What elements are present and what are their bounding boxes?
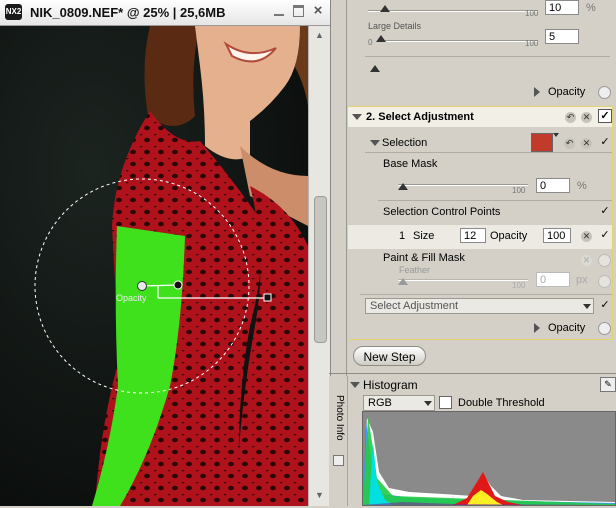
cp-size-label: Size <box>413 230 435 242</box>
base-mask-slider-thumb[interactable] <box>398 183 408 190</box>
photo-info-toggle-icon[interactable] <box>333 455 344 466</box>
selection-checkbox[interactable]: ✓ <box>599 136 611 148</box>
step2-enable-checkbox[interactable]: ✓ <box>598 109 612 123</box>
adjustment-checkbox[interactable]: ✓ <box>599 299 611 311</box>
histogram-curves <box>363 412 615 505</box>
adjustment-dropdown-value: Select Adjustment <box>370 300 459 312</box>
paint-fill-label: Paint & Fill Mask <box>383 252 465 264</box>
app-icon: NX2 <box>5 4 22 20</box>
cp-delete-icon[interactable]: ✕ <box>581 231 592 242</box>
histogram-graph[interactable] <box>362 411 616 506</box>
paint-fill-radio[interactable] <box>598 254 611 267</box>
control-point-label: Opacity <box>116 293 147 303</box>
feather-label: Feather <box>399 265 431 275</box>
divider <box>378 200 612 201</box>
control-points-label: Selection Control Points <box>383 206 501 218</box>
step2-opacity-radio[interactable] <box>598 322 611 335</box>
opacity-expand-icon[interactable] <box>534 87 540 97</box>
minimize-button[interactable] <box>272 4 286 18</box>
feather-value-input: 0 <box>536 272 570 287</box>
photo-canvas[interactable]: Opacity <box>0 26 308 506</box>
double-threshold-checkbox[interactable] <box>439 396 452 409</box>
new-step-button[interactable]: New Step <box>353 346 426 366</box>
mini-slider-thumb[interactable] <box>370 65 380 72</box>
double-threshold-label: Double Threshold <box>458 397 545 409</box>
large-details-label: Large Details <box>368 21 422 31</box>
scroll-down-arrow-icon[interactable]: ▼ <box>312 488 327 502</box>
cp-opacity-label: Opacity <box>490 230 528 242</box>
photo-image <box>0 26 308 506</box>
large-details-min: 0 <box>368 38 373 47</box>
feather-radio <box>598 275 611 288</box>
step2-title: 2. Select Adjustment <box>366 111 474 123</box>
large-details-slider-track[interactable] <box>378 40 538 42</box>
base-mask-slider-track[interactable] <box>398 184 528 186</box>
base-mask-value-input[interactable]: 0 <box>536 178 570 193</box>
large-details-max: 100 <box>525 39 539 48</box>
histogram-title: Histogram <box>363 378 418 392</box>
step1-opacity-radio[interactable] <box>598 86 611 99</box>
step2-reset-icon[interactable]: ↶ <box>565 112 576 123</box>
detail-slider-track[interactable] <box>368 10 538 12</box>
histogram-picker-icon[interactable]: ✎ <box>600 377 616 392</box>
channel-dropdown-arrow-icon[interactable] <box>424 401 432 406</box>
window-title: NIK_0809.NEF* @ 25% | 25,6MB <box>30 5 226 20</box>
cp-index: 1 <box>399 230 406 242</box>
dropdown-arrow-icon[interactable] <box>583 304 591 309</box>
selection-reset-icon[interactable]: ↶ <box>564 138 575 149</box>
divider <box>365 56 610 57</box>
feather-slider-track <box>398 279 528 281</box>
step2-delete-icon[interactable]: ✕ <box>581 112 592 123</box>
divider <box>329 373 616 374</box>
divider <box>365 152 612 153</box>
selection-delete-icon[interactable]: ✕ <box>581 138 592 149</box>
base-mask-max: 100 <box>512 186 526 195</box>
large-details-value-input[interactable]: 5 <box>545 29 579 44</box>
large-details-slider-thumb[interactable] <box>376 35 386 42</box>
scroll-up-arrow-icon[interactable]: ▲ <box>312 28 327 42</box>
detail-value-input[interactable]: 10 <box>545 0 579 15</box>
detail-slider-thumb[interactable] <box>380 5 390 12</box>
selection-collapse-icon[interactable] <box>370 140 380 146</box>
selection-menu-arrow-icon[interactable] <box>553 133 559 137</box>
divider <box>360 294 612 295</box>
feather-max: 100 <box>512 281 526 290</box>
control-points-checkbox[interactable]: ✓ <box>599 205 611 217</box>
base-mask-label: Base Mask <box>383 158 438 170</box>
cp-opacity-input[interactable]: 100 <box>543 228 571 243</box>
photo-info-tab-label: Photo Info <box>334 395 345 441</box>
window-titlebar[interactable]: NX2 NIK_0809.NEF* @ 25% | 25,6MB × <box>0 0 330 26</box>
selection-label: Selection <box>382 137 428 149</box>
cp-size-input[interactable]: 12 <box>460 228 486 243</box>
detail-slider-max: 100 <box>525 9 539 18</box>
step2-collapse-icon[interactable] <box>352 114 362 120</box>
scroll-thumb[interactable] <box>314 196 327 343</box>
channel-dropdown-value: RGB <box>368 397 392 409</box>
feather-unit: px <box>576 274 588 286</box>
step2-opacity-label[interactable]: Opacity <box>548 322 585 334</box>
detail-unit: % <box>586 2 596 14</box>
step1-opacity-label[interactable]: Opacity <box>548 86 585 98</box>
histogram-collapse-icon[interactable] <box>350 382 360 388</box>
base-mask-unit: % <box>577 180 587 192</box>
close-button[interactable]: × <box>311 3 325 18</box>
paint-fill-delete-icon: ✕ <box>581 255 592 266</box>
maximize-button[interactable] <box>292 4 306 18</box>
feather-slider-thumb <box>398 278 408 285</box>
step2-opacity-expand-icon[interactable] <box>534 323 540 333</box>
cp-checkbox[interactable]: ✓ <box>599 229 611 241</box>
selection-thumbnail[interactable] <box>531 133 553 152</box>
